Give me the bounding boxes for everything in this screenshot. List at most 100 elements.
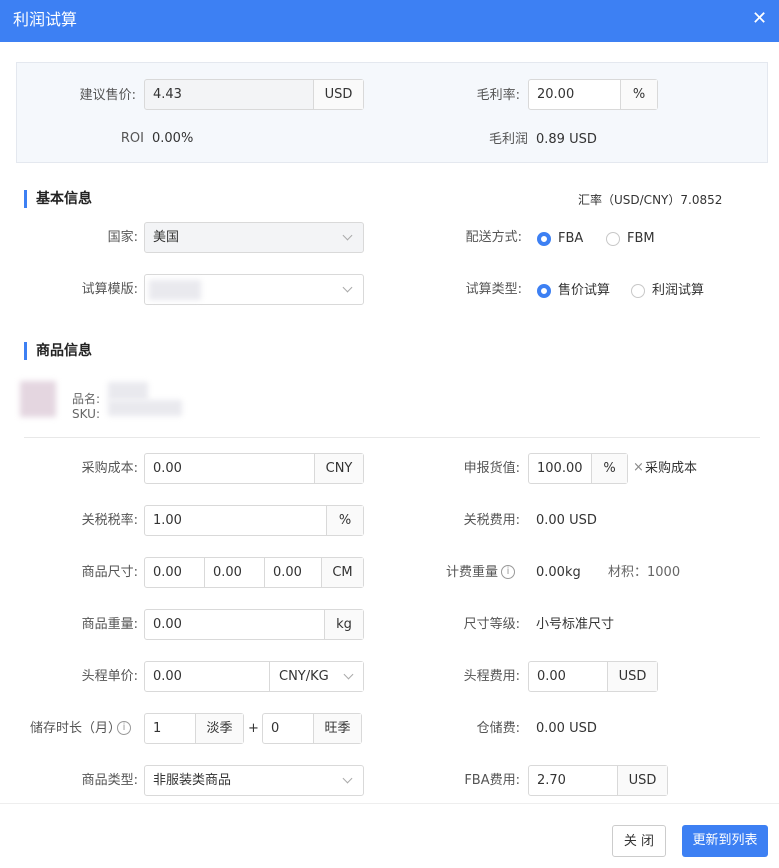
margin-input[interactable]: 20.00 % [528,79,658,110]
template-value-redacted [149,280,201,300]
tariff-fee-value: 0.00 USD [536,513,597,528]
product-name-label: 品名: [72,392,101,406]
radio-price-calc[interactable] [537,284,551,298]
weight-unit: kg [324,610,363,639]
storage-low-input[interactable]: 1 淡季 [144,713,244,744]
category-value: 非服装类商品 [153,773,232,788]
tariff-rate-input[interactable]: 1.00 % [144,505,364,536]
storage-low-value: 1 [153,721,162,736]
fba-fee-value: 2.70 [537,773,566,788]
purchase-cost-value: 0.00 [153,461,182,476]
size-label: 商品尺寸: [81,565,138,580]
margin-label: 毛利率: [476,88,520,103]
country-select: 美国 [144,222,364,253]
purchase-cost-unit: CNY [314,454,363,483]
price-label: 建议售价: [79,88,136,103]
tariff-rate-unit: % [326,506,363,535]
update-list-button[interactable]: 更新到列表 [682,825,768,857]
divider [24,437,760,438]
price-value: 4.43 [153,87,182,102]
chevron-down-icon [342,773,353,784]
shipping-label: 配送方式: [465,230,522,245]
storage-fee-value: 0.00 USD [536,721,597,736]
fba-option-label: FBA [558,231,584,246]
storage-peak-input[interactable]: 0 旺季 [262,713,362,744]
freight-fee-label: 头程费用: [463,669,520,684]
margin-value: 20.00 [537,87,575,102]
fba-fee-label: FBA费用: [464,773,520,788]
product-image [20,381,56,417]
profit-label: 毛利润 [488,132,528,147]
product-sku-redacted [108,400,182,416]
category-select[interactable]: 非服装类商品 [144,765,364,796]
product-info-title: 商品信息 [24,342,92,360]
size-length-input[interactable]: 0.00 [153,565,182,581]
storage-peak-value: 0 [271,721,280,736]
profit-value: 0.89 USD [536,132,597,147]
price-calc-option-label: 售价试算 [558,283,611,298]
divider [264,558,265,587]
price-unit: USD [313,80,363,109]
basic-info-title: 基本信息 [24,190,92,208]
freight-price-input[interactable]: 0.00 CNY/KG [144,661,364,692]
radio-profit-calc[interactable] [631,284,645,298]
freight-unit-value: CNY/KG [279,669,329,684]
chevron-down-icon [342,282,353,293]
profit-calc-option-label: 利润试算 [652,283,705,298]
freight-fee-unit: USD [607,662,657,691]
close-button[interactable]: 关 闭 [612,825,666,857]
country-label: 国家: [107,230,138,245]
calc-type-label: 试算类型: [465,282,522,297]
declared-suffix: 采购成本 [645,461,698,476]
declared-unit: % [591,454,627,483]
dialog-header: 利润试算 ✕ [0,0,779,42]
volume-divisor: 材积：1000 [608,565,681,580]
fba-fee-unit: USD [617,766,667,795]
size-height-input[interactable]: 0.00 [273,565,302,581]
freight-fee-value: 0.00 [537,669,566,684]
weight-input[interactable]: 0.00 kg [144,609,364,640]
declared-input[interactable]: 100.00 % [528,453,628,484]
category-label: 商品类型: [81,773,138,788]
summary-panel [16,62,768,163]
size-tier-value: 小号标准尺寸 [536,617,615,632]
purchase-cost-input[interactable]: 0.00 CNY [144,453,364,484]
price-field: 4.43 USD [144,79,364,110]
info-icon[interactable]: i [117,721,131,735]
declared-label: 申报货值: [463,461,520,476]
margin-unit: % [620,80,657,109]
billing-weight-value: 0.00kg [536,565,581,580]
close-icon[interactable]: ✕ [752,9,767,29]
roi-label: ROI [120,131,144,146]
billing-weight-label: 计费重量 [445,565,498,580]
tariff-fee-label: 关税费用: [463,513,520,528]
storage-low-unit: 淡季 [195,714,243,743]
radio-fba[interactable] [537,232,551,246]
chevron-down-icon [342,230,353,241]
freight-fee-input[interactable]: 0.00 USD [528,661,658,692]
fbm-option-label: FBM [627,231,655,246]
purchase-cost-label: 采购成本: [81,461,138,476]
dialog-title: 利润试算 [13,10,78,29]
tariff-rate-value: 1.00 [153,513,182,528]
storage-peak-unit: 旺季 [313,714,361,743]
size-width-input[interactable]: 0.00 [213,565,242,581]
plus-sign: + [248,721,259,736]
weight-label: 商品重量: [81,617,138,632]
freight-price-label: 头程单价: [81,669,138,684]
divider [204,558,205,587]
product-sku-label: SKU: [72,407,100,421]
info-icon[interactable]: i [501,565,515,579]
fba-fee-input[interactable]: 2.70 USD [528,765,668,796]
weight-value: 0.00 [153,617,182,632]
roi-value: 0.00% [152,131,194,146]
size-inputs: 0.00 0.00 0.00 CM [144,557,364,588]
tariff-rate-label: 关税税率: [81,513,138,528]
radio-fbm[interactable] [606,232,620,246]
footer-divider [0,803,779,804]
template-select[interactable] [144,274,364,305]
storage-duration-label: 储存时长（月） [30,721,122,736]
multiply-icon: × [633,460,644,475]
storage-fee-label: 仓储费: [476,721,520,736]
declared-value: 100.00 [537,461,583,476]
